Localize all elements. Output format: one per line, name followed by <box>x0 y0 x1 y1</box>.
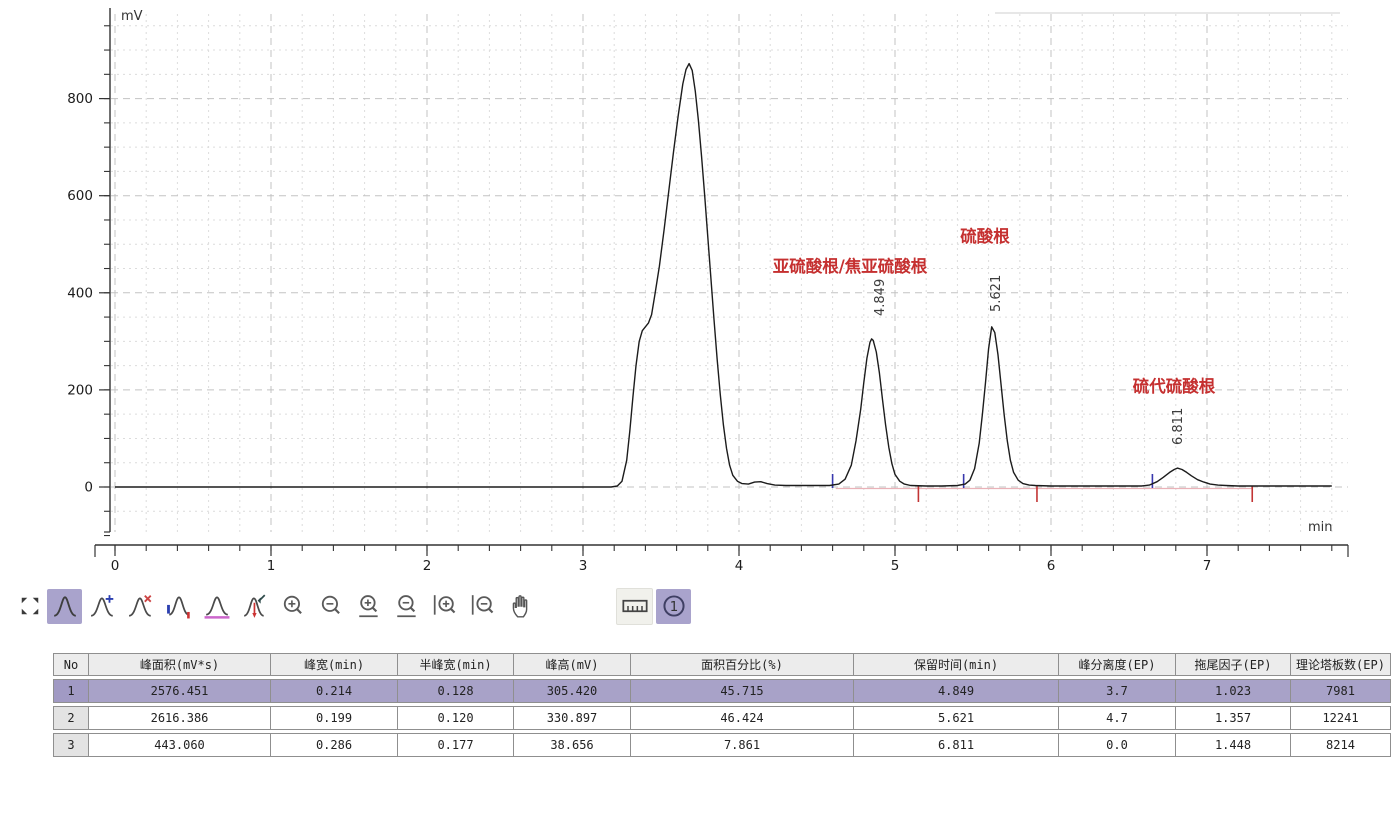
x-tick-label: 0 <box>111 558 120 574</box>
channel-one-icon[interactable]: 1 <box>656 589 691 624</box>
data-cell[interactable]: 305.420 <box>514 679 631 703</box>
chart-toolbar: 1 <box>16 586 691 626</box>
row-number-cell[interactable]: 3 <box>53 733 89 757</box>
col-header[interactable]: 峰面积(mV*s) <box>89 653 271 676</box>
add-peak-icon[interactable] <box>85 589 120 624</box>
data-cell[interactable]: 6.811 <box>854 733 1059 757</box>
data-cell[interactable]: 4.849 <box>854 679 1059 703</box>
baseline-peak-icon[interactable] <box>199 589 234 624</box>
chromatogram-chart[interactable]: 0 200 400 600 800 mV 0 1 2 3 4 5 6 7 min 亚硫酸根/焦亚硫酸根 4.84… <box>0 0 1396 582</box>
y-tick-label: 800 <box>67 91 93 107</box>
table-row[interactable]: 12576.4510.2140.128305.42045.7154.8493.7… <box>53 679 1391 703</box>
peak-rt-label: 4.849 <box>873 279 888 316</box>
peak-name-label: 硫酸根 <box>960 226 1010 246</box>
data-cell[interactable]: 38.656 <box>514 733 631 757</box>
data-cell[interactable]: 5.621 <box>854 706 1059 730</box>
data-cell[interactable]: 330.897 <box>514 706 631 730</box>
col-header[interactable]: 峰分离度(EP) <box>1059 653 1176 676</box>
x-axis-unit: min <box>1308 520 1333 535</box>
peak-rt-label: 6.811 <box>1171 408 1186 445</box>
peak-tool-icon[interactable] <box>47 589 82 624</box>
col-header[interactable]: No <box>53 653 89 676</box>
data-cell[interactable]: 46.424 <box>631 706 854 730</box>
zoom-out-y-icon[interactable] <box>465 589 500 624</box>
x-tick-label: 3 <box>579 558 588 574</box>
y-tick-label: 200 <box>67 382 93 398</box>
y-tick-label: 0 <box>84 480 93 496</box>
data-cell[interactable]: 4.7 <box>1059 706 1176 730</box>
delete-peak-icon[interactable] <box>123 589 158 624</box>
col-header[interactable]: 拖尾因子(EP) <box>1176 653 1291 676</box>
x-tick-label: 2 <box>423 558 432 574</box>
peak-table-header: No峰面积(mV*s)峰宽(min)半峰宽(min)峰高(mV)面积百分比(%)… <box>53 653 1391 676</box>
y-tick-label: 600 <box>67 188 93 204</box>
x-tick-label: 1 <box>267 558 276 574</box>
x-tick-label: 4 <box>735 558 744 574</box>
data-cell[interactable]: 45.715 <box>631 679 854 703</box>
data-cell[interactable]: 0.286 <box>271 733 398 757</box>
x-tick-label: 6 <box>1047 558 1056 574</box>
data-cell[interactable]: 0.177 <box>398 733 514 757</box>
manual-baseline-icon[interactable] <box>161 589 196 624</box>
data-cell[interactable]: 0.0 <box>1059 733 1176 757</box>
data-cell[interactable]: 2576.451 <box>89 679 271 703</box>
zoom-out-x-icon[interactable] <box>389 589 424 624</box>
data-cell[interactable]: 7981 <box>1291 679 1391 703</box>
y-axis-unit: mV <box>121 9 143 24</box>
row-number-cell[interactable]: 1 <box>53 679 89 703</box>
svg-text:1: 1 <box>669 600 678 615</box>
col-header[interactable]: 半峰宽(min) <box>398 653 514 676</box>
zoom-in-x-icon[interactable] <box>351 589 386 624</box>
col-header[interactable]: 峰高(mV) <box>514 653 631 676</box>
table-row[interactable]: 3443.0600.2860.17738.6567.8616.8110.01.4… <box>53 733 1391 757</box>
x-tick-label: 5 <box>891 558 900 574</box>
x-tick-label: 7 <box>1203 558 1212 574</box>
data-cell[interactable]: 2616.386 <box>89 706 271 730</box>
data-cell[interactable]: 3.7 <box>1059 679 1176 703</box>
measure-ruler-icon[interactable] <box>616 588 653 625</box>
zoom-in-icon[interactable] <box>275 589 310 624</box>
split-peak-icon[interactable] <box>237 589 272 624</box>
data-cell[interactable]: 12241 <box>1291 706 1391 730</box>
col-header[interactable]: 保留时间(min) <box>854 653 1059 676</box>
data-cell[interactable]: 8214 <box>1291 733 1391 757</box>
zoom-in-y-icon[interactable] <box>427 589 462 624</box>
peak-rt-label: 5.621 <box>989 275 1004 312</box>
chromatogram-trace <box>115 64 1332 487</box>
row-number-cell[interactable]: 2 <box>53 706 89 730</box>
y-tick-label: 400 <box>67 285 93 301</box>
peak-name-label: 硫代硫酸根 <box>1133 376 1216 396</box>
data-cell[interactable]: 7.861 <box>631 733 854 757</box>
table-row[interactable]: 22616.3860.1990.120330.89746.4245.6214.7… <box>53 706 1391 730</box>
data-cell[interactable]: 1.023 <box>1176 679 1291 703</box>
data-cell[interactable]: 443.060 <box>89 733 271 757</box>
data-cell[interactable]: 1.448 <box>1176 733 1291 757</box>
data-cell[interactable]: 0.199 <box>271 706 398 730</box>
col-header[interactable]: 峰宽(min) <box>271 653 398 676</box>
peak-name-label: 亚硫酸根/焦亚硫酸根 <box>773 256 928 276</box>
col-header[interactable]: 面积百分比(%) <box>631 653 854 676</box>
data-cell[interactable]: 1.357 <box>1176 706 1291 730</box>
chromatogram-svg: 0 200 400 600 800 mV 0 1 2 3 4 5 6 7 min 亚硫酸根/焦亚硫酸根 4.84… <box>0 0 1396 582</box>
zoom-out-icon[interactable] <box>313 589 348 624</box>
peak-results-table[interactable]: No峰面积(mV*s)峰宽(min)半峰宽(min)峰高(mV)面积百分比(%)… <box>53 650 1391 760</box>
data-cell[interactable]: 0.120 <box>398 706 514 730</box>
col-header[interactable]: 理论塔板数(EP) <box>1291 653 1391 676</box>
pan-hand-icon[interactable] <box>503 589 538 624</box>
data-cell[interactable]: 0.214 <box>271 679 398 703</box>
data-cell[interactable]: 0.128 <box>398 679 514 703</box>
fit-view-icon[interactable] <box>16 589 44 624</box>
